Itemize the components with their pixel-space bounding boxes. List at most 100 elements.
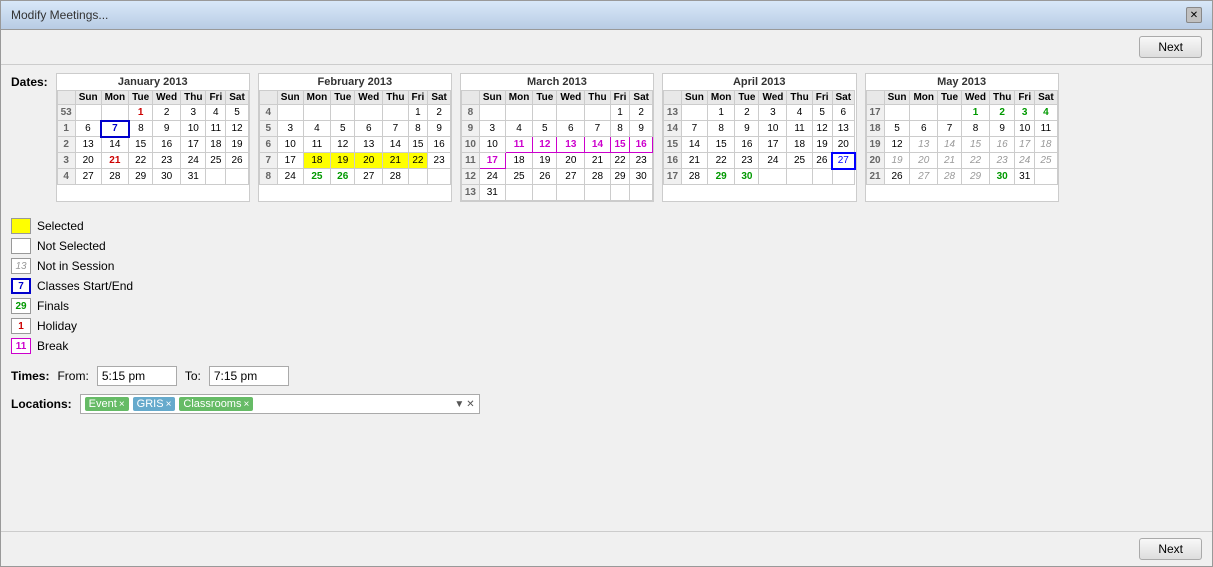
table-cell[interactable]: 5 [533,121,557,137]
table-cell[interactable]: 18 [303,153,331,169]
table-cell[interactable]: 26 [812,153,832,169]
table-cell[interactable] [505,185,533,201]
table-cell[interactable]: 17 [479,153,505,169]
table-cell[interactable]: 7 [101,121,129,137]
table-cell[interactable]: 5 [812,105,832,121]
table-cell[interactable]: 28 [383,169,408,185]
table-cell[interactable] [101,105,129,121]
table-cell[interactable]: 27 [355,169,383,185]
table-cell[interactable]: 12 [533,137,557,153]
table-cell[interactable]: 30 [735,169,759,185]
table-cell[interactable] [479,105,505,121]
table-cell[interactable]: 12 [812,121,832,137]
table-cell[interactable]: 13 [557,137,585,153]
table-cell[interactable]: 4 [303,121,331,137]
table-cell[interactable]: 20 [355,153,383,169]
table-cell[interactable]: 26 [884,169,910,185]
table-cell[interactable]: 22 [962,153,990,169]
table-cell[interactable]: 1 [610,105,630,121]
table-cell[interactable] [812,169,832,185]
table-cell[interactable]: 8 [610,121,630,137]
table-cell[interactable]: 15 [610,137,630,153]
table-cell[interactable]: 24 [759,153,787,169]
table-cell[interactable] [759,169,787,185]
table-cell[interactable]: 15 [408,137,428,153]
table-cell[interactable]: 19 [331,153,355,169]
table-cell[interactable]: 31 [479,185,505,201]
locations-dropdown-btn[interactable]: ▼ [454,399,464,410]
table-cell[interactable]: 8 [408,121,428,137]
tag-event[interactable]: Event × [85,397,129,411]
table-cell[interactable]: 20 [832,137,855,153]
table-cell[interactable] [331,105,355,121]
table-cell[interactable]: 2 [630,105,653,121]
table-cell[interactable]: 28 [938,169,962,185]
table-cell[interactable]: 24 [1015,153,1035,169]
table-cell[interactable]: 29 [129,169,153,185]
table-cell[interactable]: 21 [681,153,707,169]
table-cell[interactable]: 12 [331,137,355,153]
table-cell[interactable]: 27 [75,169,101,185]
table-cell[interactable]: 13 [832,121,855,137]
tag-classrooms-remove[interactable]: × [243,399,249,410]
table-cell[interactable]: 4 [1035,105,1058,121]
table-cell[interactable]: 15 [707,137,735,153]
table-cell[interactable]: 7 [681,121,707,137]
table-cell[interactable] [206,169,226,185]
from-time-input[interactable] [97,366,177,386]
table-cell[interactable]: 31 [181,169,206,185]
table-cell[interactable]: 14 [938,137,962,153]
table-cell[interactable]: 6 [355,121,383,137]
table-cell[interactable]: 12 [226,121,249,137]
tag-event-remove[interactable]: × [119,399,125,410]
table-cell[interactable] [557,105,585,121]
table-cell[interactable]: 18 [1035,137,1058,153]
table-cell[interactable]: 6 [910,121,938,137]
table-cell[interactable]: 28 [101,169,129,185]
table-cell[interactable]: 9 [153,121,181,137]
table-cell[interactable]: 23 [735,153,759,169]
table-cell[interactable]: 3 [479,121,505,137]
table-cell[interactable]: 20 [557,153,585,169]
tag-classrooms[interactable]: Classrooms × [179,397,253,411]
table-cell[interactable]: 7 [938,121,962,137]
table-cell[interactable]: 9 [989,121,1014,137]
table-cell[interactable]: 22 [129,153,153,169]
table-cell[interactable] [787,169,812,185]
table-cell[interactable]: 17 [181,137,206,153]
table-cell[interactable]: 27 [910,169,938,185]
table-cell[interactable]: 19 [812,137,832,153]
table-cell[interactable]: 21 [938,153,962,169]
table-cell[interactable]: 18 [787,137,812,153]
table-cell[interactable] [585,105,610,121]
table-cell[interactable]: 10 [759,121,787,137]
table-cell[interactable]: 17 [277,153,303,169]
table-cell[interactable]: 3 [181,105,206,121]
table-cell[interactable]: 28 [681,169,707,185]
table-cell[interactable]: 5 [226,105,249,121]
table-cell[interactable]: 21 [383,153,408,169]
table-cell[interactable]: 27 [832,153,855,169]
table-cell[interactable]: 16 [153,137,181,153]
table-cell[interactable]: 29 [610,169,630,185]
table-cell[interactable]: 6 [557,121,585,137]
table-cell[interactable]: 18 [505,153,533,169]
table-cell[interactable]: 29 [962,169,990,185]
table-cell[interactable]: 30 [630,169,653,185]
table-cell[interactable]: 11 [303,137,331,153]
table-cell[interactable]: 11 [505,137,533,153]
table-cell[interactable]: 28 [585,169,610,185]
table-cell[interactable]: 30 [989,169,1014,185]
table-cell[interactable]: 13 [75,137,101,153]
table-cell[interactable]: 30 [153,169,181,185]
to-time-input[interactable] [209,366,289,386]
table-cell[interactable] [408,169,428,185]
table-cell[interactable]: 27 [557,169,585,185]
table-cell[interactable]: 1 [962,105,990,121]
next-button-bottom[interactable]: Next [1139,538,1202,560]
table-cell[interactable]: 7 [585,121,610,137]
table-cell[interactable] [505,105,533,121]
table-cell[interactable] [533,105,557,121]
table-cell[interactable] [630,185,653,201]
table-cell[interactable]: 25 [303,169,331,185]
